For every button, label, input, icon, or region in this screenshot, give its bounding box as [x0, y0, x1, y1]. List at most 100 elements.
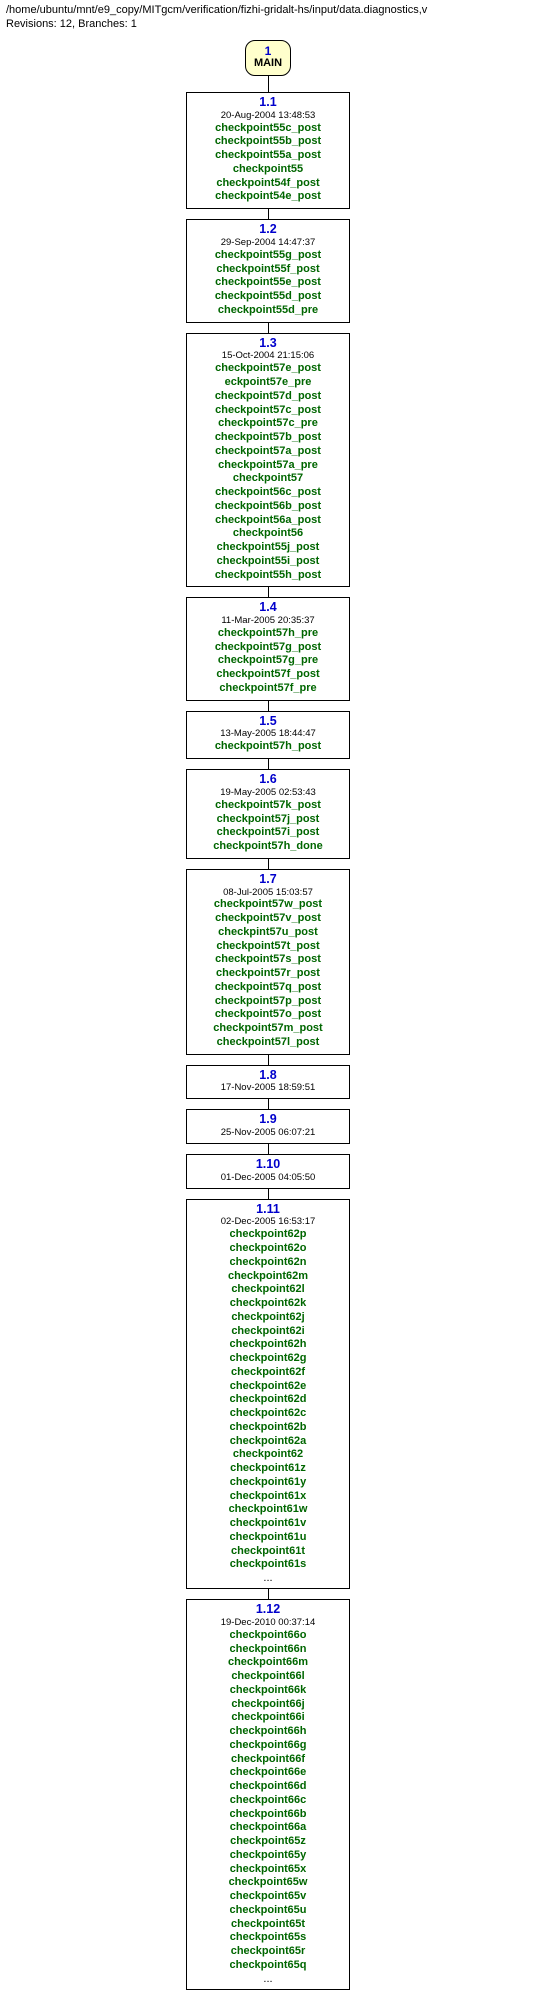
revision-tag: checkpoint57s_post — [193, 953, 343, 967]
revision-tag: checkpoint54f_post — [193, 177, 343, 191]
revision-tag: checkpoint66a — [193, 1821, 343, 1835]
graph-edge — [268, 1144, 269, 1154]
revision-tag: checkpoint55j_post — [193, 541, 343, 555]
revision-tag: checkpoint55 — [193, 163, 343, 177]
revision-node: 1.1102-Dec-2005 16:53:17checkpoint62pche… — [186, 1199, 350, 1590]
revision-tag: checkpoint57f_post — [193, 668, 343, 682]
revision-tag: checkpoint57b_post — [193, 431, 343, 445]
revision-tag: checkpoint65y — [193, 1849, 343, 1863]
revision-tag: checkpoint62f — [193, 1366, 343, 1380]
revision-number: 1.8 — [193, 1069, 343, 1083]
revision-tag: checkpoint65u — [193, 1904, 343, 1918]
revision-tag: checkpoint62h — [193, 1338, 343, 1352]
revision-node: 1.1219-Dec-2010 00:37:14checkpoint66oche… — [186, 1599, 350, 1990]
revision-tag: checkpoint56a_post — [193, 514, 343, 528]
revision-date: 11-Mar-2005 20:35:37 — [193, 616, 343, 627]
revision-tag: checkpoint66g — [193, 1739, 343, 1753]
revision-tag: checkpoint57g_pre — [193, 654, 343, 668]
revision-tag: checkpoint55b_post — [193, 135, 343, 149]
revision-number: 1.10 — [193, 1158, 343, 1172]
revision-number: 1.7 — [193, 873, 343, 887]
graph-edge — [268, 76, 269, 92]
revision-tag: checkpoint57c_pre — [193, 417, 343, 431]
graph-edge — [268, 323, 269, 333]
revision-date: 08-Jul-2005 15:03:57 — [193, 888, 343, 899]
revision-tag: checkpoint65s — [193, 1931, 343, 1945]
revision-node: 1.1001-Dec-2005 04:05:50 — [186, 1154, 350, 1189]
revision-tag: checkpoint65x — [193, 1863, 343, 1877]
revision-tag: checkpoint66n — [193, 1643, 343, 1657]
revision-tag: checkpoint62 — [193, 1448, 343, 1462]
revision-tag: checkpoint55d_post — [193, 290, 343, 304]
revision-tag: checkpoint57d_post — [193, 390, 343, 404]
revision-tag: checkpoint57f_pre — [193, 682, 343, 696]
graph-edge — [268, 859, 269, 869]
revision-tag: checkpoint62k — [193, 1297, 343, 1311]
revision-tag: checkpoint57q_post — [193, 981, 343, 995]
revision-tag: checkpoint66m — [193, 1656, 343, 1670]
revision-tag: checkpoint57h_done — [193, 840, 343, 854]
revision-tag: checkpoint55i_post — [193, 555, 343, 569]
revision-tag: checkpoint62l — [193, 1283, 343, 1297]
ellipsis: ... — [193, 1572, 343, 1584]
revision-number: 1.2 — [193, 223, 343, 237]
revision-tag: checkpoint62m — [193, 1270, 343, 1284]
revision-date: 02-Dec-2005 16:53:17 — [193, 1217, 343, 1228]
revision-tag: checkpoint57a_pre — [193, 459, 343, 473]
revision-tag: checkpoint62a — [193, 1435, 343, 1449]
revision-tag: checkpoint66l — [193, 1670, 343, 1684]
revision-tag: checkpoint61z — [193, 1462, 343, 1476]
revision-tag: checkpoint66f — [193, 1753, 343, 1767]
revision-tag: checkpoint57o_post — [193, 1008, 343, 1022]
revision-node: 1.817-Nov-2005 18:59:51 — [186, 1065, 350, 1100]
revision-node: 1.708-Jul-2005 15:03:57checkpoint57w_pos… — [186, 869, 350, 1055]
revision-tag: checkpoint66b — [193, 1808, 343, 1822]
revision-number: 1.12 — [193, 1603, 343, 1617]
revision-node: 1.411-Mar-2005 20:35:37checkpoint57h_pre… — [186, 597, 350, 700]
revision-tag: checkpint57u_post — [193, 926, 343, 940]
revision-tag: checkpoint57l_post — [193, 1036, 343, 1050]
revision-number: 1.5 — [193, 715, 343, 729]
revision-tag: checkpoint55h_post — [193, 569, 343, 583]
revision-tag: checkpoint61s — [193, 1558, 343, 1572]
ellipsis: ... — [193, 1973, 343, 1985]
revision-tag: checkpoint57j_post — [193, 813, 343, 827]
revision-tag: checkpoint57a_post — [193, 445, 343, 459]
revision-node: 1.619-May-2005 02:53:43checkpoint57k_pos… — [186, 769, 350, 859]
graph-edge — [268, 587, 269, 597]
revision-date: 19-Dec-2010 00:37:14 — [193, 1618, 343, 1629]
revision-tag: checkpoint62d — [193, 1393, 343, 1407]
revision-tag: checkpoint62b — [193, 1421, 343, 1435]
revision-date: 17-Nov-2005 18:59:51 — [193, 1083, 343, 1094]
revision-tag: checkpoint62n — [193, 1256, 343, 1270]
revision-graph: 1 MAIN 1.120-Aug-2004 13:48:53checkpoint… — [0, 36, 536, 2002]
revision-tag: checkpoint65w — [193, 1876, 343, 1890]
graph-edge — [268, 1055, 269, 1065]
revision-tag: checkpoint57m_post — [193, 1022, 343, 1036]
revision-tag: checkpoint61u — [193, 1531, 343, 1545]
revision-tag: checkpoint57i_post — [193, 826, 343, 840]
revision-number: 1.1 — [193, 96, 343, 110]
root-node: 1 MAIN — [245, 40, 291, 76]
revision-tag: checkpoint57h_pre — [193, 627, 343, 641]
file-path: /home/ubuntu/mnt/e9_copy/MITgcm/verifica… — [0, 0, 536, 18]
revision-date: 15-Oct-2004 21:15:06 — [193, 351, 343, 362]
revision-tag: checkpoint55e_post — [193, 276, 343, 290]
revision-tag: checkpoint54e_post — [193, 190, 343, 204]
revision-tag: checkpoint57c_post — [193, 404, 343, 418]
revision-tag: checkpoint62i — [193, 1325, 343, 1339]
revision-tag: checkpoint57v_post — [193, 912, 343, 926]
revision-tag: checkpoint66o — [193, 1629, 343, 1643]
graph-edge — [268, 1589, 269, 1599]
revision-date: 29-Sep-2004 14:47:37 — [193, 238, 343, 249]
revision-date: 20-Aug-2004 13:48:53 — [193, 111, 343, 122]
revision-tag: checkpoint66c — [193, 1794, 343, 1808]
revision-tag: checkpoint65q — [193, 1959, 343, 1973]
revision-date: 25-Nov-2005 06:07:21 — [193, 1128, 343, 1139]
revision-number: 1.11 — [193, 1203, 343, 1217]
revision-tag: checkpoint56c_post — [193, 486, 343, 500]
revision-tag: checkpoint55c_post — [193, 122, 343, 136]
revision-tag: checkpoint66d — [193, 1780, 343, 1794]
revision-tag: checkpoint55a_post — [193, 149, 343, 163]
revision-date: 01-Dec-2005 04:05:50 — [193, 1173, 343, 1184]
